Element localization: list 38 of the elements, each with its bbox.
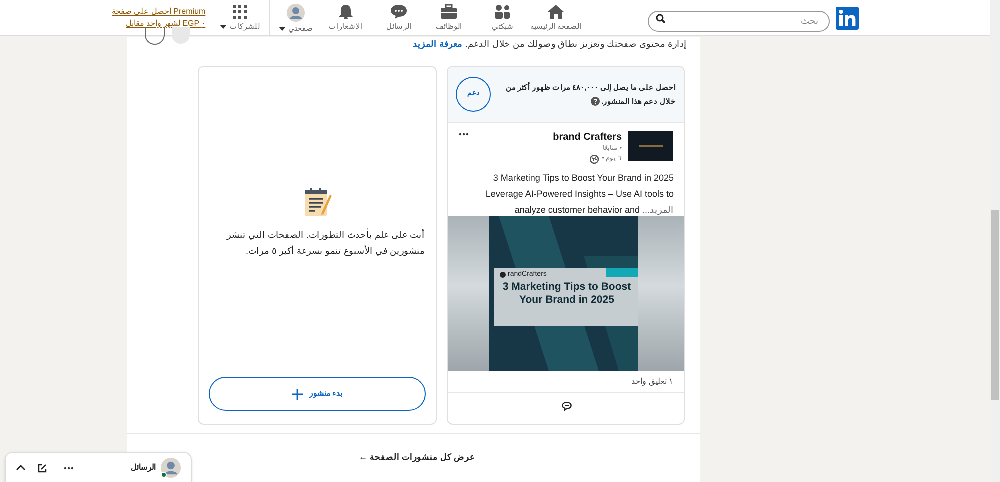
plus-icon [292,388,304,400]
people-icon [494,4,512,20]
premium-link[interactable]: لشهر واحد مقابل EGP ٠ [126,18,206,30]
chat-bubble-icon [390,4,408,20]
briefcase-icon [440,4,458,20]
bell-icon [337,4,355,20]
help-icon [590,97,600,106]
search-field[interactable]: بحث [648,10,830,32]
avatar-icon [287,4,305,22]
chevron-up-icon[interactable] [16,465,26,471]
compose-icon[interactable] [38,464,47,472]
search-icon [656,14,666,24]
company-logo [628,131,673,161]
globe-icon [590,154,600,164]
linkedin-logo-icon[interactable] [836,7,859,30]
show-all-posts-link[interactable]: عرض كل منشورات الصفحة ← [359,451,475,464]
more-options-icon[interactable] [64,466,74,470]
messaging-title: الرسائل [131,462,156,474]
avatar-icon [161,458,181,478]
home-icon [547,4,565,20]
comment-icon[interactable] [562,402,572,411]
premium-link[interactable]: احصل على صفحة Premium [112,6,206,18]
accent-bar [606,268,638,277]
more-options-icon[interactable] [459,133,469,136]
learn-more-link[interactable]: معرفة المزيد [412,38,462,52]
author-name[interactable]: brand Crafters [475,131,622,144]
notepad-icon [302,187,332,217]
tip-text: أنت على علم بأحدث التطورات. الصفحات التي تنشر منشورين في الأسبوع تنمو بسرعة أكبر ٥ مرات. [226,228,425,258]
see-more-link[interactable]: ...المزيد [642,205,674,215]
brand-mark-icon [500,272,506,278]
messaging-bar[interactable]: الرسائل [5,452,192,482]
comment-count[interactable]: ١ تعليق واحد [632,376,673,388]
intro-text: إدارة محتوى صفحتك وتعزيز نطاق وصولك من خلال الدعم. [465,38,687,52]
scrollbar-thumb[interactable] [991,210,999,400]
image-title-text: 3 Marketing Tips to Boost Your Brand in 2025 [502,281,632,307]
circle-control[interactable] [145,27,165,45]
start-post-button[interactable]: بدء منشور [209,377,426,411]
grid-icon [232,4,248,20]
